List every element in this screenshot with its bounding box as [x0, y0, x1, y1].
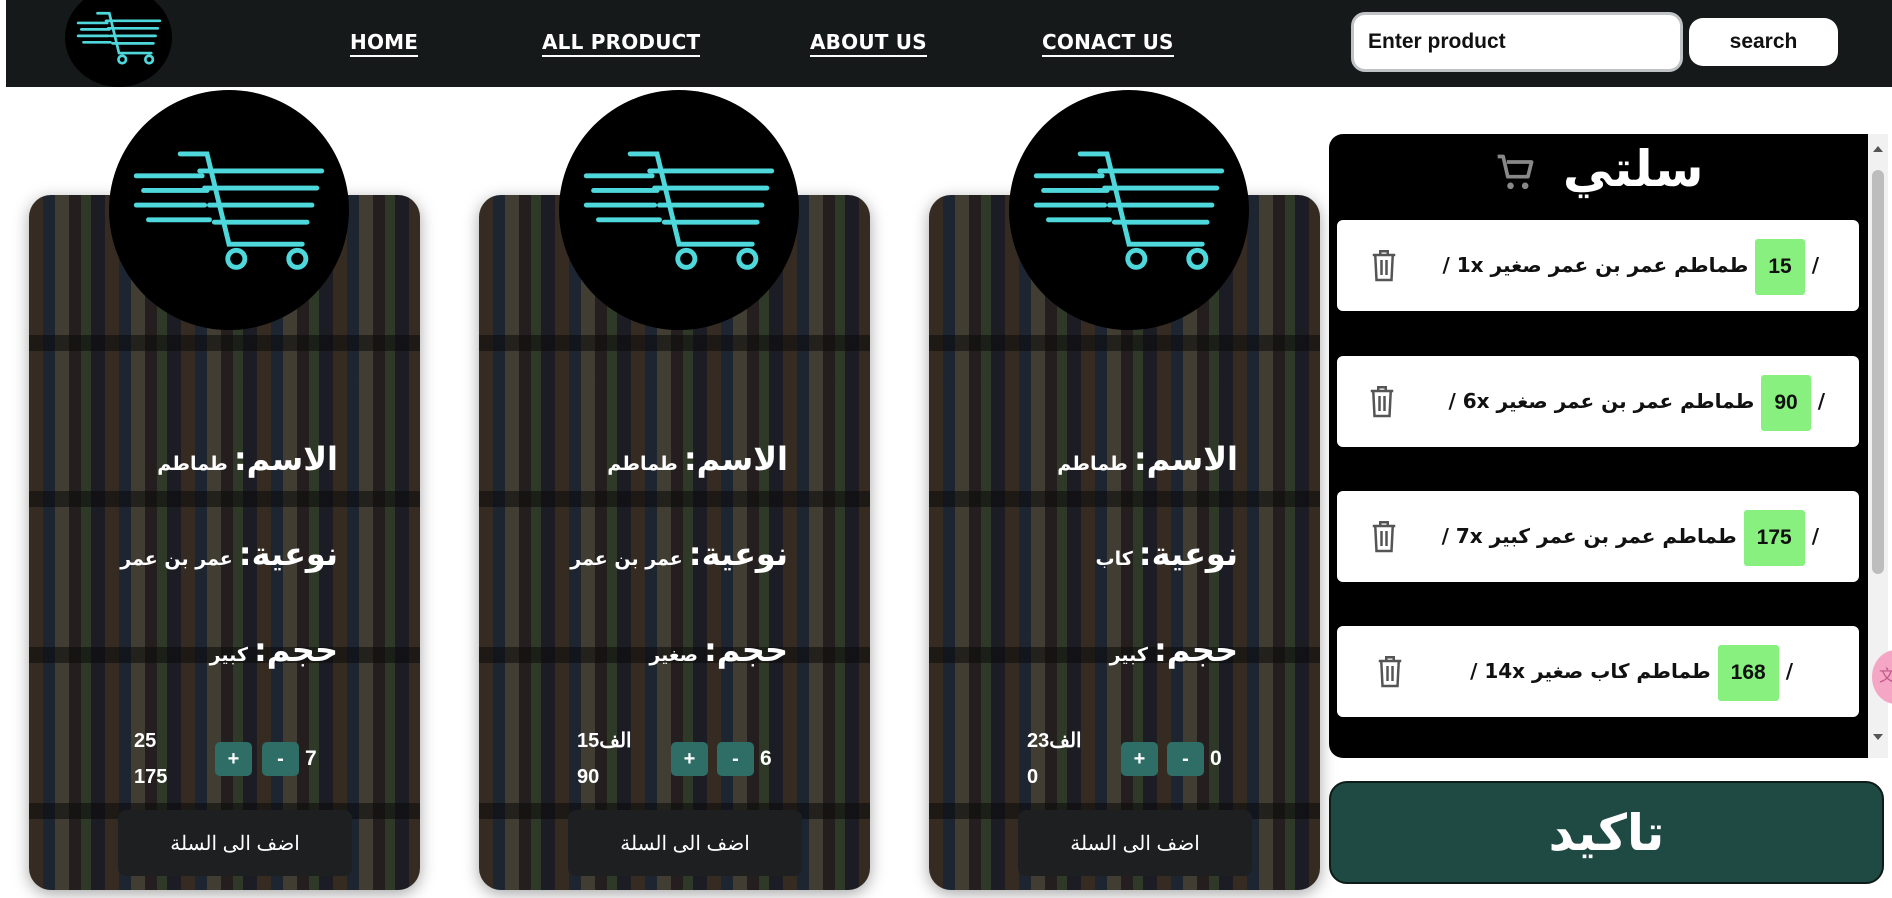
- price-badge: 175: [1743, 509, 1805, 566]
- add-to-cart-button[interactable]: اضف الى السلة: [1018, 810, 1252, 876]
- product-name: الاسم:طماطم: [607, 440, 788, 478]
- cart-title: سلتي: [1329, 140, 1868, 198]
- product-type: نوعية:عمر بن عمر: [570, 535, 788, 573]
- cart-item-description: / 168 طماطم كاب صغير 14x /: [1470, 626, 1793, 717]
- navbar: HOME ALL PRODUCT ABOUT US CONACT US sear…: [6, 0, 1892, 87]
- product-price: الف15 90: [577, 730, 632, 788]
- product-size: حجم:صغير: [649, 631, 788, 669]
- site-logo[interactable]: [65, 0, 172, 87]
- nav-contact-us[interactable]: CONACT US: [1042, 30, 1174, 57]
- price-badge: 168: [1717, 644, 1779, 701]
- nav-about-us[interactable]: ABOUT US: [810, 30, 927, 57]
- product-type: نوعية:كاب: [1095, 535, 1238, 573]
- minus-button[interactable]: -: [262, 742, 299, 776]
- cart-panel: سلتي / 15 طماطم عمر بن عمر صغير 1x / / 9…: [1329, 134, 1868, 758]
- cart-item-description: / 15 طماطم عمر بن عمر صغير 1x /: [1442, 220, 1819, 311]
- cart-logo-icon: [76, 11, 161, 65]
- search-input[interactable]: [1351, 12, 1683, 72]
- price-badge: 15: [1755, 238, 1805, 295]
- cart-logo-icon: [133, 151, 325, 270]
- cart-item: / 168 طماطم كاب صغير 14x /: [1337, 626, 1859, 717]
- plus-button[interactable]: +: [671, 742, 708, 776]
- confirm-button[interactable]: تاكيد: [1329, 781, 1884, 884]
- product-size: حجم:كبير: [1109, 631, 1238, 669]
- cart-icon: [1497, 154, 1533, 189]
- cart-item: / 175 طماطم عمر بن عمر كبير 7x /: [1337, 491, 1859, 582]
- add-to-cart-button[interactable]: اضف الى السلة: [118, 810, 352, 876]
- product-name: الاسم:طماطم: [157, 440, 338, 478]
- trash-icon[interactable]: [1367, 383, 1397, 419]
- product-name: الاسم:طماطم: [1057, 440, 1238, 478]
- product-price: الف23 0: [1027, 730, 1082, 788]
- quantity-value: 7: [305, 747, 317, 770]
- cart-item: / 15 طماطم عمر بن عمر صغير 1x /: [1337, 220, 1859, 311]
- product-type: نوعية:عمر بن عمر: [120, 535, 338, 573]
- scroll-down-arrow[interactable]: [1873, 734, 1883, 740]
- trash-icon[interactable]: [1369, 247, 1399, 283]
- nav-home[interactable]: HOME: [350, 30, 419, 57]
- minus-button[interactable]: -: [717, 742, 754, 776]
- cart-item-description: / 175 طماطم عمر بن عمر كبير 7x /: [1442, 491, 1819, 582]
- product-price: 25 175: [134, 730, 168, 788]
- plus-button[interactable]: +: [215, 742, 252, 776]
- cart-logo-icon: [583, 151, 775, 270]
- plus-button[interactable]: +: [1121, 742, 1158, 776]
- product-card-logo: [1009, 90, 1249, 330]
- trash-icon[interactable]: [1369, 518, 1399, 554]
- product-card-logo: [109, 90, 349, 330]
- trash-icon[interactable]: [1375, 653, 1405, 689]
- cart-item: / 90 طماطم عمر بن عمر صغير 6x /: [1337, 356, 1859, 447]
- cart-item-description: / 90 طماطم عمر بن عمر صغير 6x /: [1448, 356, 1825, 447]
- cart-logo-icon: [1033, 151, 1225, 270]
- price-badge: 90: [1761, 374, 1811, 431]
- search-button[interactable]: search: [1689, 18, 1838, 66]
- product-size: حجم:كبير: [209, 631, 338, 669]
- quantity-value: 6: [760, 747, 772, 770]
- product-card-logo: [559, 90, 799, 330]
- scroll-thumb[interactable]: [1872, 170, 1884, 574]
- minus-button[interactable]: -: [1167, 742, 1204, 776]
- add-to-cart-button[interactable]: اضف الى السلة: [568, 810, 802, 876]
- quantity-value: 0: [1210, 747, 1222, 770]
- scroll-up-arrow[interactable]: [1873, 146, 1883, 152]
- nav-all-product[interactable]: ALL PRODUCT: [542, 30, 701, 57]
